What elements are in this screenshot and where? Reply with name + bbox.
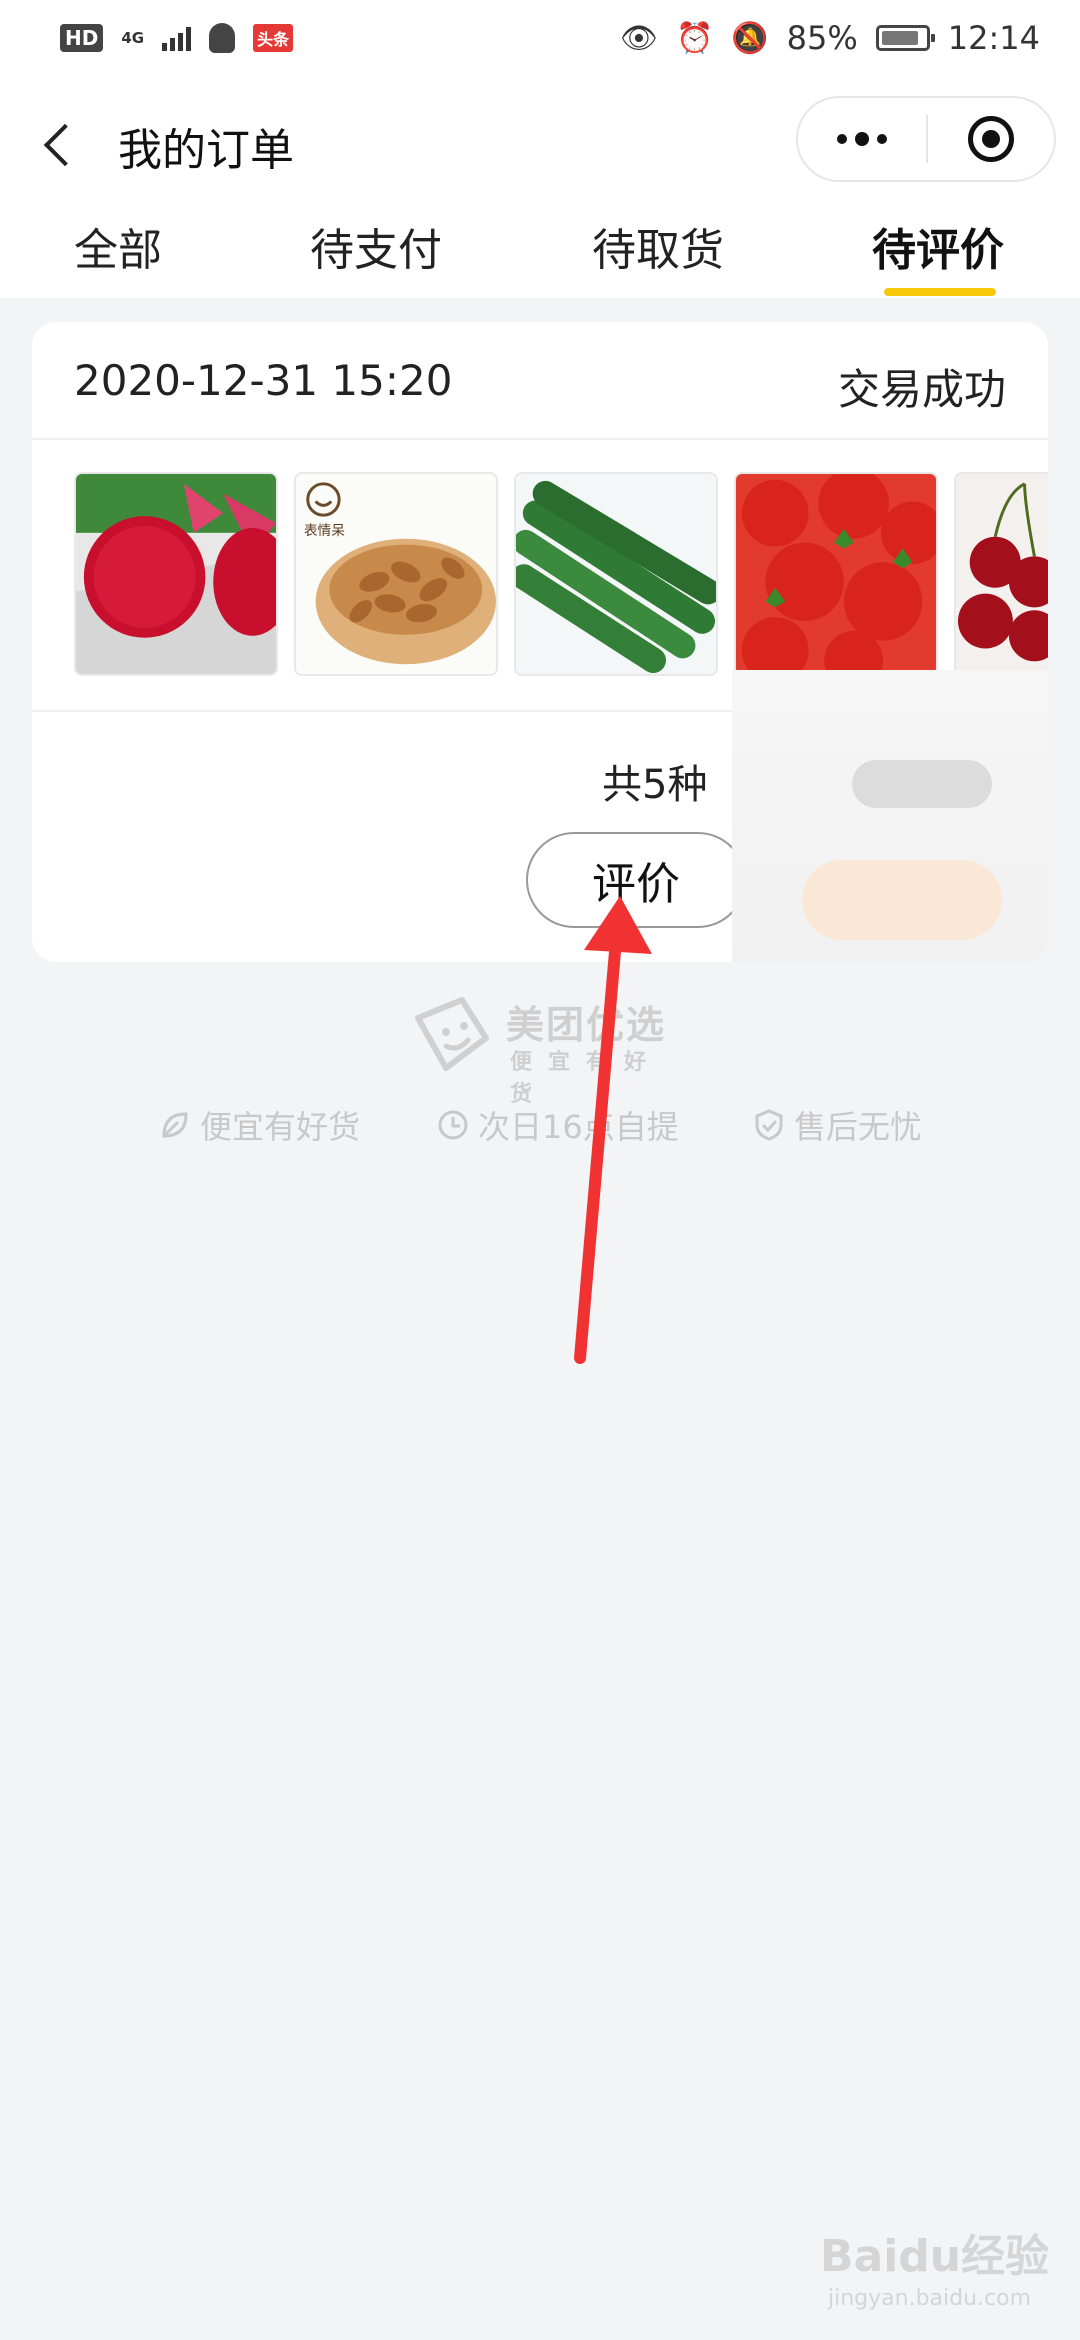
tab-pending-pickup[interactable]: 待取货 — [592, 214, 724, 278]
battery-icon — [875, 25, 935, 51]
target-icon — [968, 116, 1014, 162]
strawberries-image — [736, 474, 936, 674]
feature-label: 便宜有好货 — [200, 1108, 361, 1146]
product-thumb-almonds: 表情呆 — [294, 472, 498, 676]
almond-brand-text: 表情呆 — [304, 523, 345, 539]
bell-off-icon: 🔕 — [731, 20, 769, 56]
dot-icon — [855, 132, 869, 146]
active-tab-indicator — [884, 288, 996, 296]
order-status: 交易成功 — [837, 365, 1006, 414]
order-card-header: 2020-12-31 15:20 交易成功 — [32, 322, 1048, 440]
tab-all[interactable]: 全部 — [74, 214, 162, 278]
status-right: 👁 ⏰ 🔕 85% 12:14 — [620, 19, 1040, 57]
toutiao-badge: 头条 — [253, 24, 294, 52]
order-time: 2020-12-31 15:20 — [74, 356, 453, 405]
status-bar: HD 4G 头条 👁 ⏰ 🔕 85% 12:14 — [0, 0, 1080, 76]
feature-cheap: 便宜有好货 — [158, 1102, 360, 1148]
blurred-text — [852, 760, 992, 808]
blurred-region — [732, 670, 1048, 962]
more-button[interactable] — [798, 98, 926, 180]
page-title: 我的订单 — [118, 125, 294, 176]
tab-pending-payment[interactable]: 待支付 — [310, 214, 442, 278]
shield-check-icon — [755, 1109, 783, 1141]
product-thumb-cucumbers — [514, 472, 718, 676]
product-thumb-strawberries — [734, 472, 938, 676]
order-card[interactable]: 2020-12-31 15:20 交易成功 表情呆 共5种 评价 — [32, 322, 1048, 962]
dot-icon — [837, 134, 847, 144]
network-type: 4G — [121, 28, 145, 47]
item-count: 共5种 — [602, 762, 708, 808]
close-miniprogram-button[interactable] — [928, 98, 1054, 180]
signal-icon — [162, 25, 192, 51]
brand-footer: 美团优选 便宜有好货 — [410, 990, 690, 1107]
leaf-icon — [162, 1112, 188, 1138]
brand-slogan: 便宜有好货 — [510, 1050, 663, 1107]
alarm-icon: ⏰ — [675, 20, 714, 56]
baidu-watermark: Baidu经验 — [820, 2231, 1050, 2282]
product-thumb-dragon-fruit — [74, 472, 278, 676]
nav-bar: 我的订单 — [0, 76, 1080, 206]
almonds-image: 表情呆 — [296, 474, 496, 674]
qq-icon — [209, 23, 236, 53]
product-thumbnails: 表情呆 — [74, 472, 1048, 676]
feature-aftersale: 售后无忧 — [752, 1102, 922, 1148]
back-icon[interactable] — [40, 116, 80, 176]
brand-name: 美团优选 — [506, 1003, 667, 1047]
tab-pending-review[interactable]: 待评价 — [872, 214, 1004, 278]
review-button[interactable]: 评价 — [526, 832, 746, 928]
feature-label: 售后无忧 — [794, 1108, 923, 1146]
dot-icon — [877, 134, 887, 144]
status-left: HD 4G 头条 — [60, 23, 294, 53]
eye-icon: 👁 — [619, 20, 658, 56]
miniprogram-capsule — [796, 96, 1056, 182]
order-tabs: 全部 待支付 待取货 待评价 — [0, 206, 1080, 298]
hd-badge: HD — [60, 24, 104, 52]
clock-time: 12:14 — [947, 19, 1040, 57]
meituan-bag-logo-icon — [415, 997, 489, 1071]
feature-pickup: 次日16点自提 — [436, 1102, 679, 1148]
clock-icon — [438, 1110, 468, 1140]
feature-label: 次日16点自提 — [478, 1108, 679, 1146]
dragon-fruit-image — [76, 474, 276, 674]
cherries-image — [956, 474, 1048, 674]
service-features: 便宜有好货 次日16点自提 售后无忧 — [0, 1102, 1080, 1152]
cucumbers-image — [516, 474, 716, 674]
blurred-button — [802, 860, 1002, 940]
battery-percent: 85% — [786, 19, 858, 57]
product-thumb-cherries — [954, 472, 1048, 676]
baidu-watermark-url: jingyan.baidu.com — [828, 2286, 1032, 2311]
